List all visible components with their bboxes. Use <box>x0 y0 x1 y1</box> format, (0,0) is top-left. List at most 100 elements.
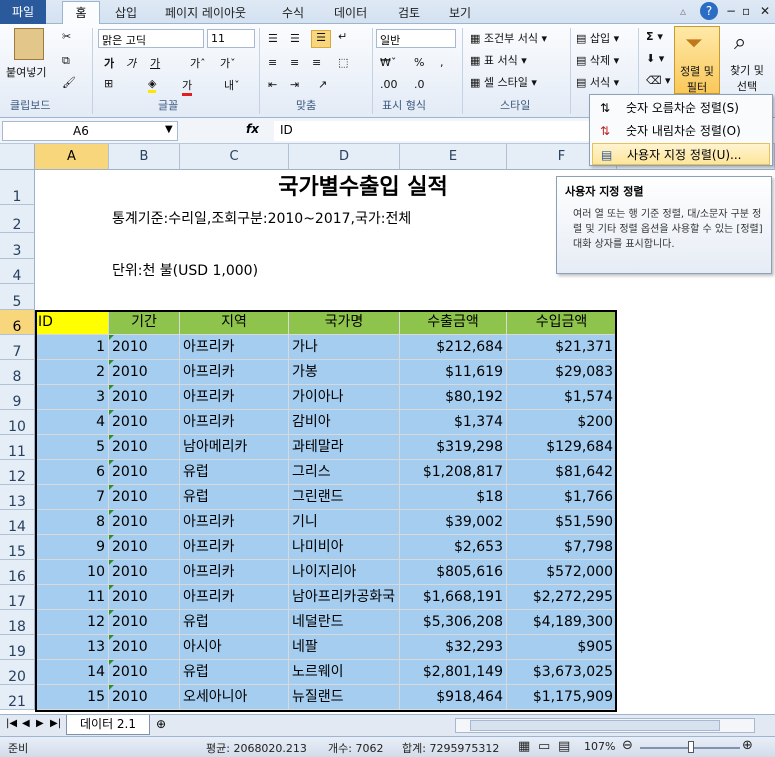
table-header-cell[interactable]: 수출금액 <box>400 310 507 335</box>
zoom-level[interactable]: 107% <box>584 740 615 753</box>
cut-icon[interactable]: ✂ <box>62 30 71 43</box>
table-cell[interactable]: 그리스 <box>289 460 400 485</box>
table-cell[interactable]: $129,684 <box>507 435 617 460</box>
row-header[interactable]: 6 <box>0 310 35 335</box>
phonetic-icon[interactable]: 내ˇ <box>224 77 240 93</box>
table-cell[interactable]: $200 <box>507 410 617 435</box>
currency-icon[interactable]: ₩ˇ <box>380 56 396 69</box>
table-cell[interactable]: 아프리카 <box>180 335 289 360</box>
underline-icon[interactable]: 가 <box>150 55 160 71</box>
row-header[interactable]: 3 <box>0 233 35 259</box>
table-cell[interactable]: 2010 <box>109 335 180 360</box>
sheet-tab-active[interactable]: 데이터 2.1 <box>66 715 150 735</box>
unit-cell[interactable]: 단위:천 불(USD 1,000) <box>109 259 409 284</box>
table-cell[interactable]: 아프리카 <box>180 510 289 535</box>
custom-sort-item[interactable]: ▤ 사용자 지정 정렬(U)... <box>592 143 770 165</box>
table-cell[interactable]: $905 <box>507 635 617 660</box>
table-cell[interactable]: 아프리카 <box>180 360 289 385</box>
table-cell[interactable]: 아프리카 <box>180 535 289 560</box>
sheet-nav-prev-icon[interactable]: ◀ <box>22 718 30 729</box>
wrap-text-icon[interactable]: ↵ <box>338 30 347 43</box>
row-header[interactable]: 10 <box>0 410 35 435</box>
table-cell[interactable]: 남아메리카 <box>180 435 289 460</box>
table-header-cell[interactable]: 기간 <box>109 310 180 335</box>
table-cell[interactable]: 가봉 <box>289 360 400 385</box>
table-cell[interactable]: $80,192 <box>400 385 507 410</box>
table-cell[interactable]: $29,083 <box>507 360 617 385</box>
table-cell[interactable]: 2010 <box>109 360 180 385</box>
table-cell[interactable]: 기니 <box>289 510 400 535</box>
orientation-icon[interactable]: ↗ <box>318 78 327 91</box>
row-header[interactable]: 11 <box>0 435 35 460</box>
zoom-out-icon[interactable]: ⊖ <box>622 738 633 753</box>
tab-formulas[interactable]: 수식 <box>282 4 304 21</box>
table-cell[interactable]: 2010 <box>109 560 180 585</box>
table-cell[interactable]: 그린랜드 <box>289 485 400 510</box>
sheet-nav-next-icon[interactable]: ▶ <box>36 718 44 729</box>
table-cell[interactable]: 9 <box>35 535 109 560</box>
font-size-select[interactable]: 11 <box>207 29 255 48</box>
page-break-view-icon[interactable]: ▤ <box>558 739 570 754</box>
find-select-button[interactable]: ⌕ 찾기 및 선택 <box>724 26 770 94</box>
table-cell[interactable]: 과테말라 <box>289 435 400 460</box>
column-header-b[interactable]: B <box>109 144 180 170</box>
table-cell[interactable]: 나미비아 <box>289 535 400 560</box>
table-cell[interactable]: 나이지리아 <box>289 560 400 585</box>
table-cell[interactable]: $2,801,149 <box>400 660 507 685</box>
table-cell[interactable]: $1,175,909 <box>507 685 617 710</box>
table-cell[interactable]: 8 <box>35 510 109 535</box>
row-header[interactable]: 19 <box>0 635 35 660</box>
table-cell[interactable]: $7,798 <box>507 535 617 560</box>
row-header[interactable]: 18 <box>0 610 35 635</box>
table-cell[interactable]: 유럽 <box>180 610 289 635</box>
table-cell[interactable]: 11 <box>35 585 109 610</box>
fill-color-icon[interactable]: ◈ <box>148 77 157 93</box>
format-painter-icon[interactable]: 🖌 <box>62 76 76 89</box>
bold-icon[interactable]: 가 <box>104 55 114 71</box>
table-cell[interactable]: 아프리카 <box>180 585 289 610</box>
sort-filter-button[interactable]: ⏷ 정렬 및 필터 <box>674 26 720 94</box>
increase-indent-icon[interactable]: ⇥ <box>290 78 299 91</box>
table-cell[interactable]: 7 <box>35 485 109 510</box>
table-cell[interactable]: 14 <box>35 660 109 685</box>
conditional-formatting-button[interactable]: ▦ 조건부 서식 ▾ <box>470 30 547 46</box>
row-header[interactable]: 20 <box>0 660 35 685</box>
table-cell[interactable]: $918,464 <box>400 685 507 710</box>
table-cell[interactable]: 2010 <box>109 635 180 660</box>
table-cell[interactable]: 노르웨이 <box>289 660 400 685</box>
table-cell[interactable]: 2010 <box>109 660 180 685</box>
format-as-table-button[interactable]: ▦ 표 서식 ▾ <box>470 52 527 68</box>
row-header[interactable]: 1 <box>0 170 35 205</box>
table-cell[interactable]: 아프리카 <box>180 385 289 410</box>
table-header-cell[interactable]: 지역 <box>180 310 289 335</box>
table-cell[interactable]: 남아프리카공화국 <box>289 585 400 610</box>
row-header[interactable]: 2 <box>0 205 35 233</box>
sheet-nav-last-icon[interactable]: ▶| <box>50 718 61 729</box>
sort-ascending-item[interactable]: ⇅ 숫자 오름차순 정렬(S) <box>592 97 770 119</box>
row-header[interactable]: 4 <box>0 259 35 284</box>
table-cell[interactable]: 가나 <box>289 335 400 360</box>
table-header-cell[interactable]: 국가명 <box>289 310 400 335</box>
table-cell[interactable]: $3,673,025 <box>507 660 617 685</box>
row-header[interactable]: 12 <box>0 460 35 485</box>
table-cell[interactable]: $572,000 <box>507 560 617 585</box>
table-header-cell[interactable]: 수입금액 <box>507 310 617 335</box>
table-cell[interactable]: $2,272,295 <box>507 585 617 610</box>
table-cell[interactable]: $1,574 <box>507 385 617 410</box>
tab-file[interactable]: 파일 <box>0 0 46 24</box>
table-cell[interactable]: $39,002 <box>400 510 507 535</box>
fill-icon[interactable]: ⬇ ▾ <box>646 52 664 65</box>
row-header[interactable]: 13 <box>0 485 35 510</box>
align-bottom-icon[interactable]: ☰ <box>311 30 331 48</box>
sheet-nav-first-icon[interactable]: |◀ <box>6 718 17 729</box>
table-cell[interactable]: 6 <box>35 460 109 485</box>
font-color-icon[interactable]: 가 <box>182 77 193 96</box>
table-cell[interactable]: 12 <box>35 610 109 635</box>
align-top-icon[interactable]: ☰ <box>268 32 278 45</box>
table-cell[interactable]: $32,293 <box>400 635 507 660</box>
sort-descending-item[interactable]: ⇅ 숫자 내림차순 정렬(O) <box>592 120 770 142</box>
table-cell[interactable]: 가이아나 <box>289 385 400 410</box>
clear-icon[interactable]: ⌫ ▾ <box>646 74 671 87</box>
zoom-slider-handle[interactable] <box>688 741 694 753</box>
table-cell[interactable]: 10 <box>35 560 109 585</box>
